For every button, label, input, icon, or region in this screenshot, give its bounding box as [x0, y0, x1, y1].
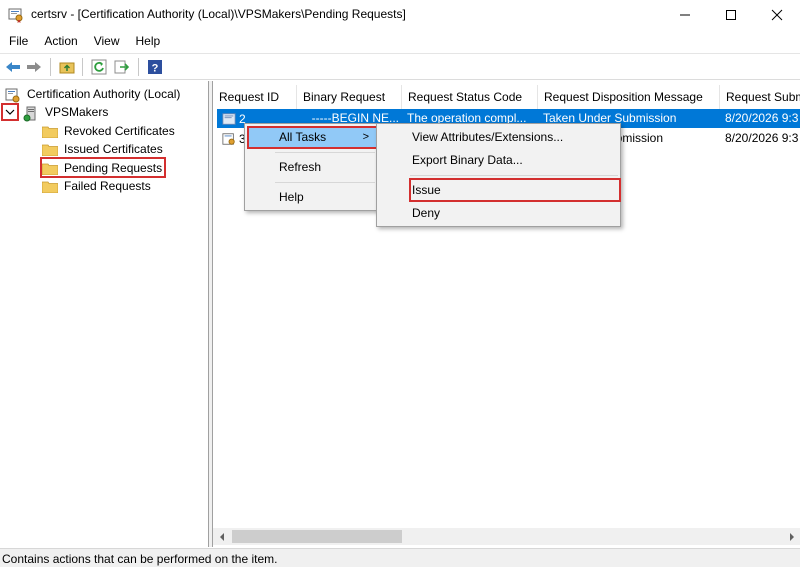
tree-item-vpsmakers[interactable]: VPSMakers [1, 103, 111, 121]
menu-bar: File Action View Help [0, 31, 800, 51]
issue-highlight [409, 178, 621, 202]
export-list-icon [114, 60, 130, 74]
tree-label-revoked: Revoked Certificates [64, 124, 175, 138]
menu-item-help[interactable]: Help [247, 186, 377, 208]
toolbar-separator [50, 58, 51, 76]
menu-action[interactable]: Action [35, 31, 84, 51]
tree-item-root[interactable]: Certification Authority (Local) [5, 85, 183, 103]
scrollbar-thumb[interactable] [232, 530, 402, 543]
horizontal-scrollbar[interactable] [213, 528, 800, 545]
menu-view[interactable]: View [85, 31, 127, 51]
column-request-disposition-message[interactable]: Request Disposition Message [538, 85, 720, 109]
export-list-button[interactable] [113, 58, 131, 76]
expand-chevron-button[interactable] [1, 103, 19, 121]
menu-help[interactable]: Help [127, 31, 168, 51]
refresh-icon [91, 59, 107, 75]
close-button[interactable] [754, 0, 800, 30]
toolbar: ? [0, 53, 800, 80]
window-title: certsrv - [Certification Authority (Loca… [31, 7, 406, 21]
tree-label-root: Certification Authority (Local) [27, 87, 181, 101]
export-binary-label: Export Binary Data... [412, 153, 523, 167]
view-attributes-label: View Attributes/Extensions... [412, 130, 564, 144]
folder-icon [41, 180, 59, 193]
tree-item-failed-requests[interactable]: Failed Requests [41, 177, 154, 195]
column-binary-request[interactable]: Binary Request [297, 85, 402, 109]
help-toolbar-button[interactable]: ? [146, 58, 164, 76]
toolbar-separator [138, 58, 139, 76]
all-tasks-submenu: View Attributes/Extensions... Export Bin… [376, 123, 621, 227]
maximize-button[interactable] [708, 0, 754, 30]
up-folder-icon [59, 62, 75, 74]
minimize-button[interactable] [662, 0, 708, 30]
pending-request-icon [222, 132, 235, 145]
forward-arrow-icon [27, 62, 41, 72]
status-bar: Contains actions that can be performed o… [0, 548, 800, 567]
refresh-button[interactable] [90, 58, 108, 76]
minimize-icon [680, 14, 690, 16]
tree-item-issued-certificates[interactable]: Issued Certificates [41, 140, 166, 158]
column-request-submitted[interactable]: Request Subm [720, 85, 800, 109]
pending-requests-highlight [40, 157, 166, 178]
column-request-status-code[interactable]: Request Status Code [402, 85, 538, 109]
folder-icon [41, 125, 59, 138]
ca-server-icon [23, 106, 39, 121]
menu-item-export-binary-data[interactable]: Export Binary Data... [379, 149, 618, 171]
submitted-cell: 8/20/2026 9:3 [725, 111, 799, 125]
title-bar: certsrv - [Certification Authority (Loca… [0, 0, 800, 30]
chevron-right-icon [789, 532, 794, 541]
mmc-window: certsrv - [Certification Authority (Loca… [0, 0, 800, 567]
menu-item-deny[interactable]: Deny [379, 202, 618, 224]
tree-label-failed: Failed Requests [64, 179, 151, 193]
svg-text:?: ? [152, 63, 159, 75]
tree-label-vpsmakers: VPSMakers [45, 105, 109, 119]
folder-icon [41, 143, 59, 156]
context-menu: All Tasks > Refresh Help [244, 123, 380, 211]
back-button[interactable] [4, 58, 22, 76]
scroll-right-arrow[interactable] [783, 528, 800, 545]
deny-label: Deny [412, 206, 441, 220]
all-tasks-highlight [247, 126, 378, 149]
chevron-left-icon [219, 532, 224, 541]
scroll-left-arrow[interactable] [213, 528, 230, 545]
menu-separator [410, 175, 618, 176]
menu-separator [275, 182, 375, 183]
up-level-button[interactable] [58, 58, 76, 76]
menu-item-view-attributes[interactable]: View Attributes/Extensions... [379, 126, 618, 148]
forward-button[interactable] [25, 58, 43, 76]
submitted-cell: 8/20/2026 9:3 [725, 131, 799, 145]
certification-authority-icon [5, 88, 21, 102]
menu-item-refresh[interactable]: Refresh [247, 156, 377, 178]
help-label: Help [279, 190, 304, 204]
pending-request-icon [222, 112, 236, 125]
toolbar-separator [82, 58, 83, 76]
close-icon [771, 9, 783, 21]
chevron-down-icon [5, 109, 15, 115]
certsrv-app-icon [8, 7, 24, 23]
column-request-id[interactable]: Request ID [213, 85, 297, 109]
help-icon: ? [148, 60, 162, 75]
tree-item-revoked-certificates[interactable]: Revoked Certificates [41, 122, 178, 140]
menu-separator [275, 152, 375, 153]
console-tree: Certification Authority (Local) VPSMaker… [0, 81, 209, 547]
menu-file[interactable]: File [0, 31, 35, 51]
tree-label-issued: Issued Certificates [64, 142, 163, 156]
maximize-icon [726, 10, 736, 20]
back-arrow-icon [6, 62, 20, 72]
refresh-label: Refresh [279, 160, 322, 174]
list-header: Request ID Binary Request Request Status… [213, 85, 800, 109]
